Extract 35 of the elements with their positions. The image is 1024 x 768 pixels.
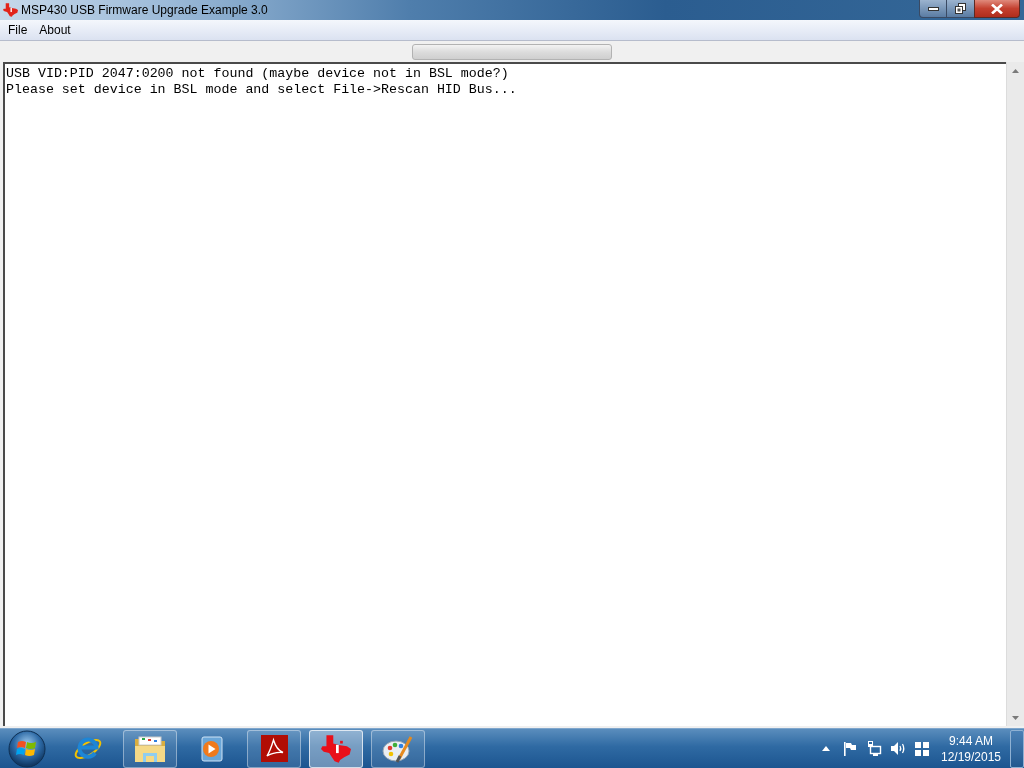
restore-icon xyxy=(955,3,966,14)
down-arrow-icon xyxy=(1012,715,1019,720)
windows-logo-icon xyxy=(8,729,46,768)
log-line: Please set device in BSL mode and select File->Rescan HID Bus... xyxy=(6,82,517,98)
window-title: MSP430 USB Firmware Upgrade Example 3.0 xyxy=(21,3,268,17)
close-icon xyxy=(991,3,1003,14)
menu-item[interactable]: File xyxy=(2,20,34,40)
clock-time[interactable]: 9:44 AM xyxy=(949,732,993,749)
flag-icon xyxy=(843,741,857,756)
minimize-button[interactable] xyxy=(919,0,947,18)
up-arrow-icon xyxy=(1012,68,1019,73)
log-line: USB VID:PID 2047:0200 not found (maybe device not in BSL mode?) xyxy=(6,66,509,82)
taskbar-button[interactable] xyxy=(309,729,363,768)
menu-item[interactable]: About xyxy=(33,20,77,40)
clock-date[interactable]: 12/19/2015 xyxy=(940,748,1002,765)
taskbar-button[interactable] xyxy=(123,729,177,768)
paint-palette-icon xyxy=(382,734,414,763)
network-monitor-icon xyxy=(866,741,882,756)
folder-icon xyxy=(134,734,166,763)
minimize-icon xyxy=(927,6,939,11)
windows-grid-icon xyxy=(915,741,929,756)
start-button[interactable] xyxy=(8,729,46,768)
log-text-area[interactable]: USB VID:PID 2047:0200 not found (maybe device not in BSL mode?) Please set device in BSL mode and select File->Rescan HID Bus... xyxy=(3,62,1006,726)
restore-button[interactable] xyxy=(947,0,974,18)
show-desktop-button[interactable] xyxy=(1010,729,1024,768)
close-button[interactable] xyxy=(974,0,1020,18)
speaker-icon xyxy=(890,742,906,755)
up-triangle-icon xyxy=(822,746,830,751)
vertical-scrollbar[interactable] xyxy=(1006,62,1024,726)
texas-logo-icon xyxy=(321,734,351,763)
texas-logo-icon xyxy=(3,3,18,17)
taskbar-button[interactable] xyxy=(247,729,301,768)
taskbar-button[interactable] xyxy=(371,729,425,768)
media-play-icon xyxy=(200,735,224,762)
pdf-swirl-icon xyxy=(260,735,288,762)
